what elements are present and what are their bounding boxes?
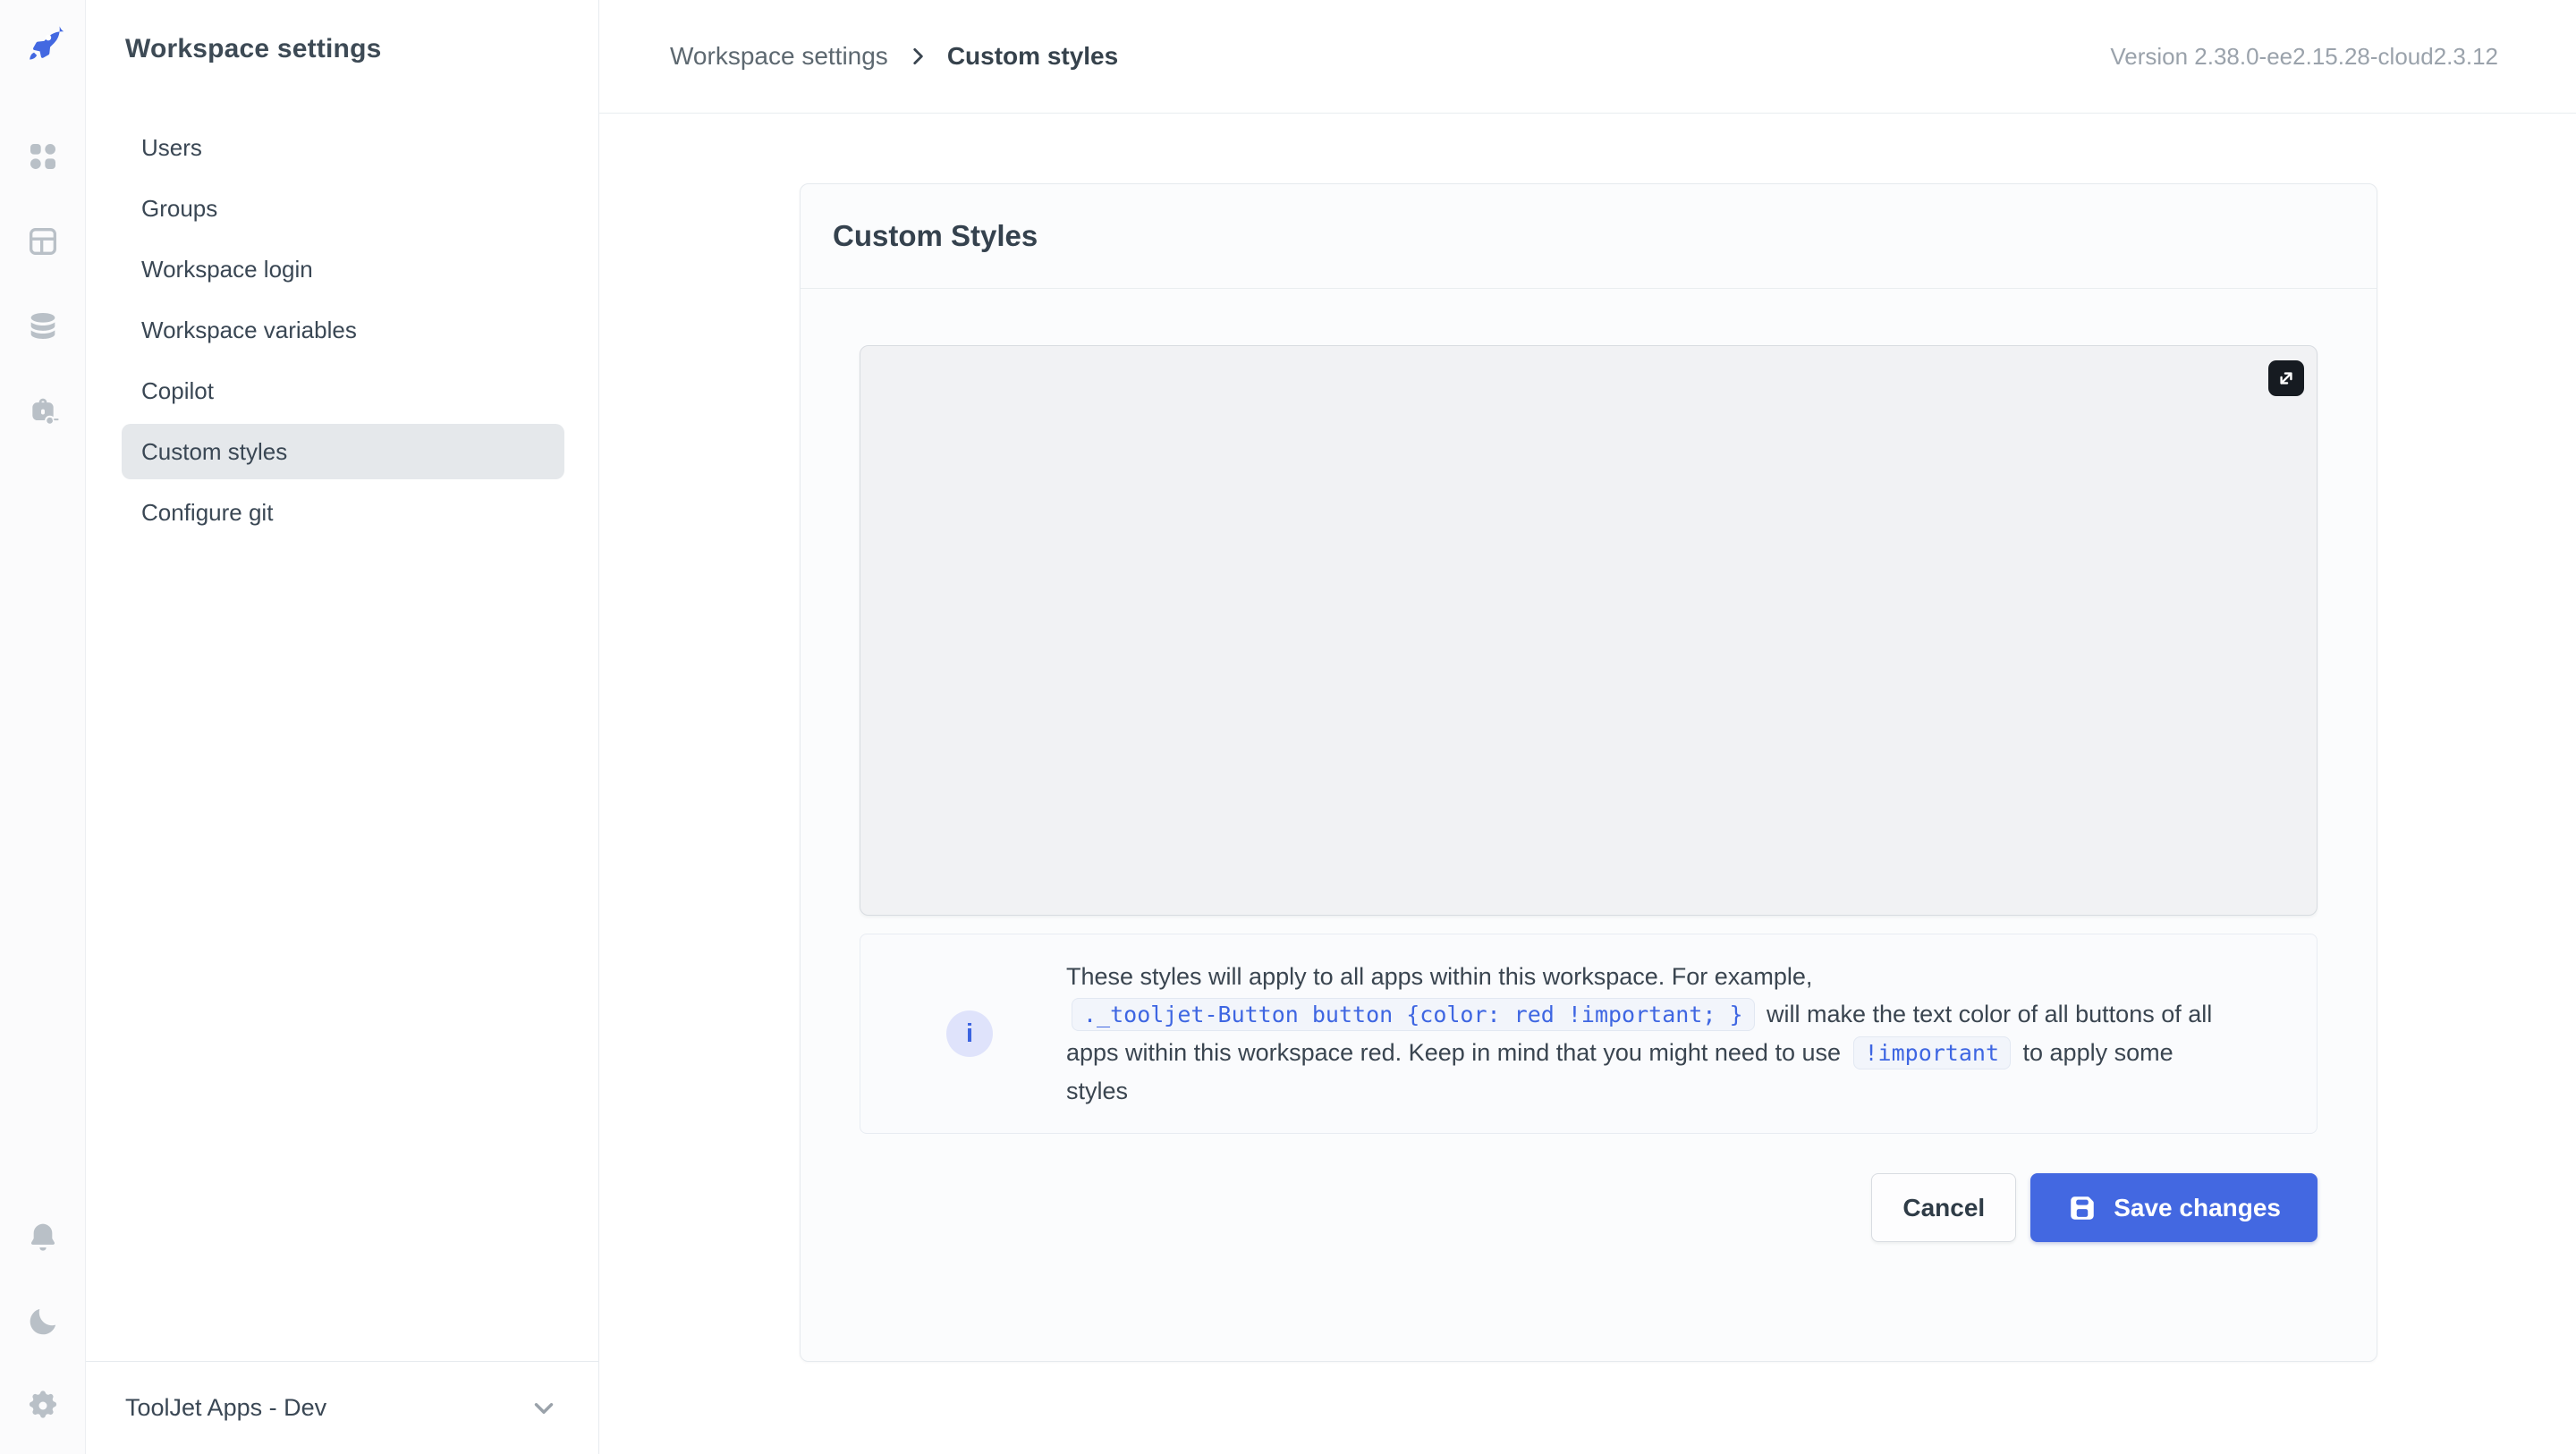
apps-grid-icon[interactable] [25, 139, 61, 174]
rail-bottom-icons [25, 1220, 61, 1424]
breadcrumb-custom-styles: Custom styles [947, 42, 1118, 71]
save-changes-button[interactable]: Save changes [2030, 1173, 2318, 1242]
version-label: Version 2.38.0-ee2.15.28-cloud2.3.12 [2110, 43, 2498, 71]
sidebar-item-users[interactable]: Users [122, 120, 564, 175]
card-body: i These styles will apply to all apps wi… [801, 289, 2377, 1242]
database-icon[interactable] [25, 309, 61, 344]
breadcrumb: Workspace settings Custom styles [670, 42, 1118, 71]
sidebar-title: Workspace settings [125, 34, 598, 64]
expand-editor-button[interactable] [2268, 360, 2304, 396]
card-title: Custom Styles [833, 219, 1038, 253]
notifications-bell-icon[interactable] [25, 1220, 61, 1255]
card-header: Custom Styles [801, 184, 2377, 289]
sidebar-item-custom-styles[interactable]: Custom styles [122, 424, 564, 479]
rocket-logo-icon[interactable] [22, 22, 64, 63]
workspace-switcher[interactable]: ToolJet Apps - Dev [86, 1361, 598, 1454]
sidebar-item-configure-git[interactable]: Configure git [122, 485, 564, 540]
info-banner: i These styles will apply to all apps wi… [860, 934, 2318, 1134]
custom-styles-card: Custom Styles i These styles will apply … [800, 183, 2377, 1362]
rail-top-icons [25, 139, 61, 429]
save-button-label: Save changes [2114, 1194, 2281, 1222]
important-code-chip: !important [1853, 1036, 2012, 1069]
icon-rail [0, 0, 86, 1454]
action-buttons-row: Cancel Save changes [860, 1173, 2318, 1242]
sidebar-item-workspace-login[interactable]: Workspace login [122, 241, 564, 297]
toolbox-key-icon[interactable] [25, 393, 61, 429]
content-area: Custom Styles i These styles will apply … [599, 114, 2576, 1454]
breadcrumb-workspace-settings[interactable]: Workspace settings [670, 42, 888, 71]
sidebar-item-copilot[interactable]: Copilot [122, 363, 564, 418]
css-example-code-chip: ._tooljet-Button button {color: red !imp… [1072, 998, 1755, 1031]
css-code-editor[interactable] [860, 345, 2318, 916]
sidebar-item-workspace-variables[interactable]: Workspace variables [122, 302, 564, 358]
expand-diagonal-icon [2275, 367, 2298, 390]
cancel-button[interactable]: Cancel [1871, 1173, 2016, 1242]
main-area: Workspace settings Custom styles Version… [599, 0, 2576, 1454]
settings-sidebar: Workspace settings Users Groups Workspac… [86, 0, 599, 1454]
settings-gear-icon[interactable] [25, 1388, 61, 1424]
floppy-disk-icon [2067, 1193, 2097, 1223]
info-icon: i [946, 1010, 993, 1057]
sidebar-item-groups[interactable]: Groups [122, 181, 564, 236]
main-header: Workspace settings Custom styles Version… [599, 0, 2576, 114]
settings-menu: Users Groups Workspace login Workspace v… [86, 120, 598, 540]
workspace-switcher-label: ToolJet Apps - Dev [125, 1394, 326, 1422]
page-layout-icon[interactable] [25, 224, 61, 259]
info-text-segment: These styles will apply to all apps with… [1066, 963, 1812, 990]
chevron-down-icon [529, 1393, 559, 1424]
chevron-right-icon [906, 45, 929, 68]
dark-mode-moon-icon[interactable] [25, 1304, 61, 1340]
info-text: These styles will apply to all apps with… [1066, 958, 2241, 1110]
